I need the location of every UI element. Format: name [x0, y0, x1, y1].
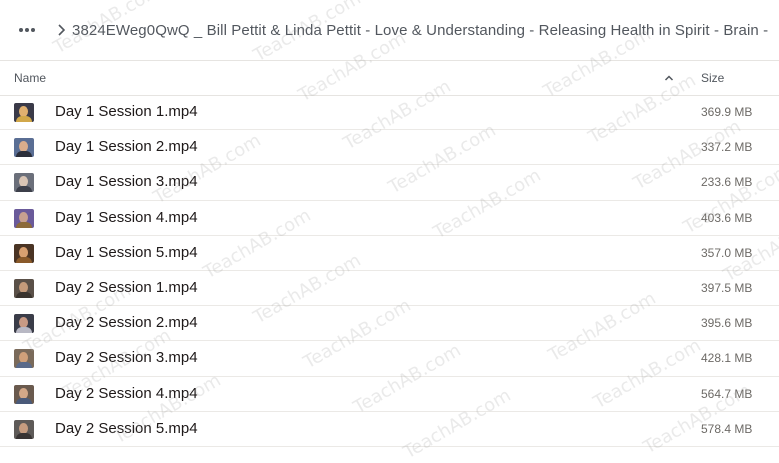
file-size: 428.1 MB [701, 351, 753, 366]
chevron-right-icon [56, 23, 66, 37]
video-thumbnail [14, 138, 34, 158]
table-row[interactable]: Day 1 Session 3.mp4 233.6 MB [0, 165, 779, 201]
file-size: 397.5 MB [701, 280, 753, 295]
file-size: 564.7 MB [701, 386, 753, 401]
video-thumbnail [14, 314, 34, 334]
video-thumbnail [14, 384, 34, 404]
table-row[interactable]: Day 2 Session 4.mp4 564.7 MB [0, 377, 779, 412]
table-row[interactable]: Day 2 Session 1.mp4 397.5 MB [0, 271, 779, 307]
file-size: 403.6 MB [701, 210, 753, 225]
file-size: 395.6 MB [701, 316, 753, 331]
breadcrumb: 3824EWeg0QwQ _ Bill Pettit & Linda Petti… [0, 0, 779, 60]
file-name: Day 2 Session 2.mp4 [55, 314, 198, 332]
video-thumbnail [14, 173, 34, 193]
file-name: Day 2 Session 3.mp4 [55, 349, 198, 367]
table-row[interactable]: Day 2 Session 5.mp4 578.4 MB [0, 412, 779, 447]
video-thumbnail [14, 208, 34, 228]
breadcrumb-current-folder[interactable]: 3824EWeg0QwQ _ Bill Pettit & Linda Petti… [72, 22, 768, 39]
column-header-name[interactable]: Name [14, 71, 46, 85]
table-row[interactable]: Day 1 Session 4.mp4 403.6 MB [0, 201, 779, 236]
file-size: 357.0 MB [701, 245, 753, 260]
file-name: Day 2 Session 5.mp4 [55, 419, 198, 437]
file-name: Day 1 Session 5.mp4 [55, 243, 198, 261]
table-row[interactable]: Day 2 Session 2.mp4 395.6 MB [0, 306, 779, 342]
table-row[interactable]: Day 1 Session 2.mp4 337.2 MB [0, 130, 779, 166]
video-thumbnail [14, 419, 34, 439]
more-horizontal-icon[interactable] [16, 20, 38, 40]
file-size: 337.2 MB [701, 140, 753, 155]
table-row[interactable]: Day 2 Session 3.mp4 428.1 MB [0, 341, 779, 377]
table-header: Name Size [0, 60, 779, 96]
file-name: Day 1 Session 4.mp4 [55, 208, 198, 226]
file-name: Day 2 Session 4.mp4 [55, 384, 198, 402]
file-name: Day 1 Session 3.mp4 [55, 173, 198, 191]
video-thumbnail [14, 103, 34, 122]
video-thumbnail [14, 243, 34, 263]
sort-ascending-icon[interactable] [664, 73, 674, 83]
video-thumbnail [14, 278, 34, 298]
file-size: 233.6 MB [701, 175, 753, 190]
file-name: Day 1 Session 2.mp4 [55, 138, 198, 156]
file-list: Day 1 Session 1.mp4 369.9 MB Day 1 Sessi… [0, 95, 779, 447]
file-name: Day 1 Session 1.mp4 [55, 103, 198, 120]
file-size: 578.4 MB [701, 421, 753, 436]
column-header-size[interactable]: Size [701, 71, 724, 85]
table-row[interactable]: Day 1 Session 5.mp4 357.0 MB [0, 236, 779, 271]
file-size: 369.9 MB [701, 105, 753, 119]
video-thumbnail [14, 349, 34, 369]
file-name: Day 2 Session 1.mp4 [55, 278, 198, 296]
table-row[interactable]: Day 1 Session 1.mp4 369.9 MB [0, 95, 779, 131]
